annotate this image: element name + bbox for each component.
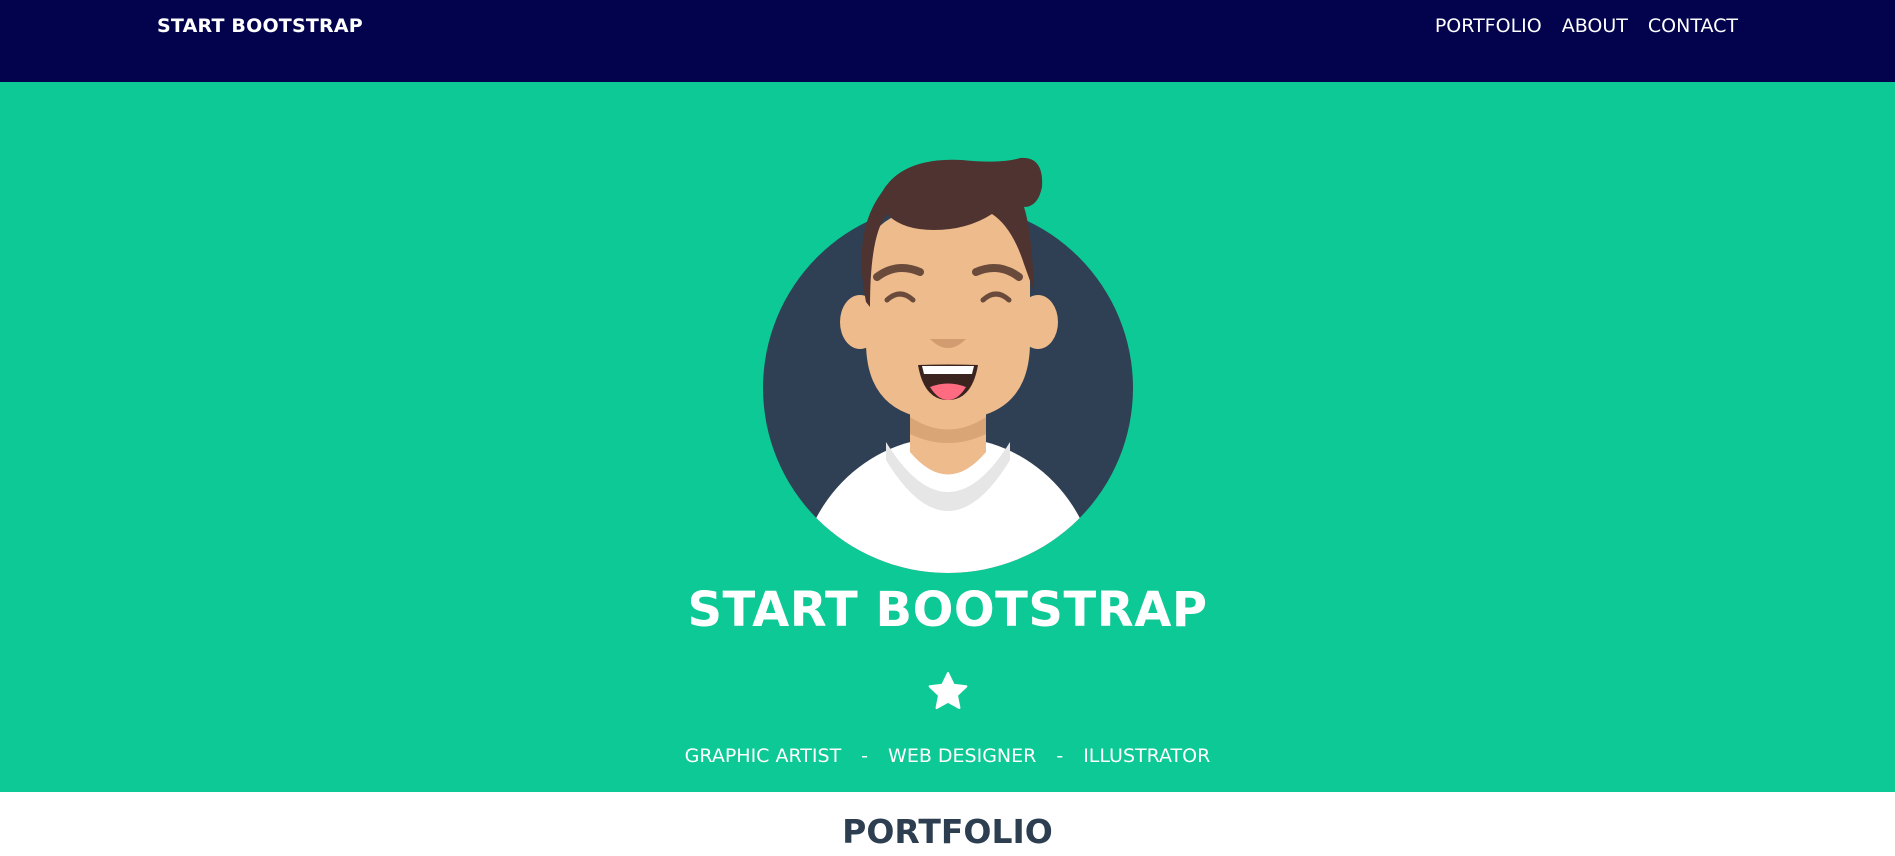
- subtitle-separator: -: [1056, 745, 1064, 767]
- portfolio-heading: PORTFOLIO: [842, 812, 1053, 851]
- nav-link-portfolio[interactable]: PORTFOLIO: [1435, 15, 1542, 37]
- subtitle-item-graphic-artist: GRAPHIC ARTIST: [684, 745, 842, 767]
- nav-link-contact[interactable]: CONTACT: [1648, 15, 1738, 37]
- masthead: START BOOTSTRAP GRAPHIC ARTIST - WEB DESIG…: [0, 82, 1895, 792]
- masthead-title: START BOOTSTRAP: [687, 582, 1208, 638]
- star-divider: [925, 669, 971, 715]
- brand-link[interactable]: START BOOTSTRAP: [157, 15, 363, 37]
- subtitle-item-illustrator: ILLUSTRATOR: [1083, 745, 1211, 767]
- nav-links: PORTFOLIO ABOUT CONTACT: [1435, 15, 1738, 37]
- masthead-subtitle: GRAPHIC ARTIST - WEB DESIGNER - ILLUSTRATOR: [0, 745, 1895, 767]
- nav-link-about[interactable]: ABOUT: [1562, 15, 1628, 37]
- subtitle-item-web-designer: WEB DESIGNER: [888, 745, 1037, 767]
- navbar: START BOOTSTRAP PORTFOLIO ABOUT CONTACT: [0, 0, 1895, 82]
- avatar-illustration: [763, 157, 1133, 573]
- avatar: [762, 152, 1134, 574]
- subtitle-separator: -: [861, 745, 869, 767]
- star-icon: [928, 672, 968, 710]
